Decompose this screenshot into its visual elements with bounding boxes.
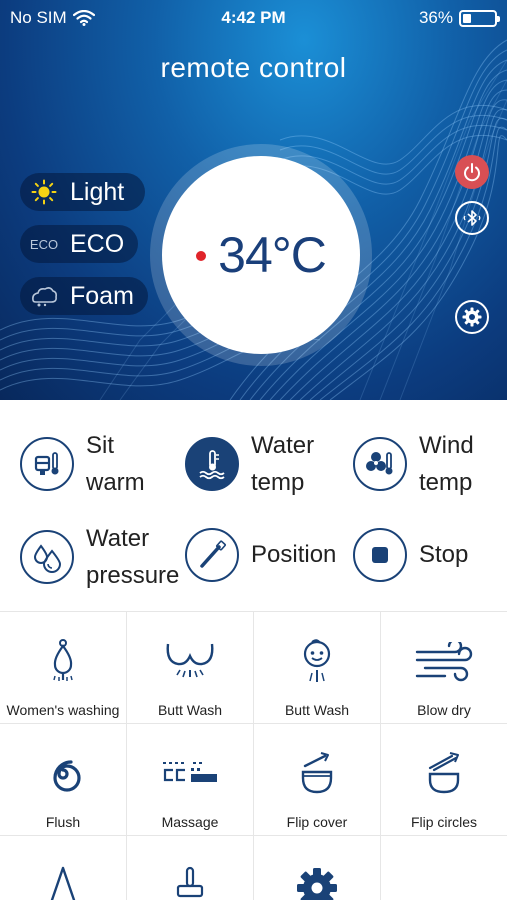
- foam-icon: [30, 282, 58, 310]
- mode-foam-button[interactable]: Foam: [20, 277, 148, 315]
- water-thermometer-icon: [185, 437, 239, 491]
- nozzle-button[interactable]: [0, 836, 127, 900]
- child-wash-label: Butt Wash: [284, 702, 350, 718]
- gear-icon: [254, 866, 380, 900]
- butt-wash-button[interactable]: Butt Wash: [127, 612, 254, 724]
- position-button[interactable]: Position: [185, 528, 336, 582]
- bluetooth-button[interactable]: [455, 201, 489, 235]
- nozzle-icon: [0, 866, 126, 900]
- flip-cover-icon: [254, 746, 380, 802]
- position-label: Position: [251, 541, 337, 568]
- flip-circles-icon: [381, 746, 507, 802]
- women-washing-icon: [0, 634, 126, 690]
- stop-icon: [353, 528, 407, 582]
- temperature-value: 34°C: [218, 227, 327, 283]
- water-pressure-line-1: Water: [86, 525, 150, 552]
- brush-button[interactable]: [127, 836, 254, 900]
- water-temp-line-1: Water: [251, 432, 315, 459]
- flip-circles-label: Flip circles: [410, 814, 478, 830]
- battery-icon: [459, 9, 500, 27]
- sit-warm-label: Sit warm: [86, 427, 145, 501]
- flip-cover-label: Flip cover: [286, 814, 348, 830]
- blow-dry-button[interactable]: Blow dry: [381, 612, 507, 724]
- bluetooth-icon: [463, 210, 481, 226]
- flush-button[interactable]: Flush: [0, 724, 127, 836]
- battery-group: 36%: [418, 8, 500, 28]
- blow-dry-label: Blow dry: [417, 702, 471, 718]
- sun-icon: [30, 178, 58, 206]
- stop-button[interactable]: Stop: [353, 528, 468, 582]
- battery-percent: 36%: [418, 8, 453, 27]
- gear-icon: [462, 307, 482, 327]
- mode-eco-button[interactable]: ECO ECO: [20, 225, 138, 263]
- child-wash-icon: [254, 634, 380, 690]
- butt-wash-label: Butt Wash: [157, 702, 223, 718]
- massage-label: Massage: [161, 814, 219, 830]
- mode-eco-label: ECO: [70, 229, 125, 258]
- massage-icon: [127, 746, 253, 802]
- wind-temp-line-2: temp: [419, 469, 473, 496]
- mode-light-button[interactable]: Light: [20, 173, 145, 211]
- water-pressure-label: Water pressure: [86, 520, 179, 594]
- stop-label: Stop: [419, 541, 469, 568]
- water-temp-button[interactable]: Water temp: [185, 427, 314, 501]
- page-title: remote control: [160, 52, 347, 83]
- eco-icon: ECO: [30, 230, 58, 258]
- fan-thermometer-icon: [353, 437, 407, 491]
- flush-label: Flush: [45, 814, 81, 830]
- status-dot: [196, 251, 207, 261]
- women-washing-label: Women's washing: [6, 702, 120, 718]
- sit-warm-button[interactable]: Sit warm: [20, 427, 145, 501]
- status-bar: No SIM 4:42 PM 36%: [0, 0, 507, 34]
- sit-warm-line-2: warm: [86, 469, 145, 496]
- water-pressure-button[interactable]: Water pressure: [20, 520, 179, 594]
- advanced-settings-button[interactable]: [254, 836, 381, 900]
- power-button[interactable]: [455, 155, 489, 189]
- flush-swirl-icon: [0, 746, 126, 802]
- massage-button[interactable]: Massage: [127, 724, 254, 836]
- flip-cover-button[interactable]: Flip cover: [254, 724, 381, 836]
- remote-control-screen: No SIM 4:42 PM 36% remote control Light …: [0, 0, 507, 900]
- water-drops-icon: [20, 530, 74, 584]
- mode-foam-label: Foam: [70, 281, 134, 310]
- wand-icon: [185, 528, 239, 582]
- brush-icon: [127, 866, 253, 900]
- settings-button[interactable]: [455, 300, 489, 334]
- seat-thermometer-icon: [20, 437, 74, 491]
- child-wash-button[interactable]: Butt Wash: [254, 612, 381, 724]
- hero-panel: No SIM 4:42 PM 36% remote control Light …: [0, 0, 507, 400]
- wind-temp-button[interactable]: Wind temp: [353, 427, 474, 501]
- mode-light-label: Light: [70, 177, 125, 206]
- power-icon: [464, 163, 480, 182]
- wind-icon: [381, 634, 507, 690]
- wind-temp-label: Wind temp: [419, 427, 474, 501]
- function-grid: Women's washing Butt Wash Butt Wash Blow…: [0, 611, 507, 900]
- women-washing-button[interactable]: Women's washing: [0, 612, 127, 724]
- water-temp-label: Water temp: [251, 427, 314, 501]
- temperature-dial[interactable]: 34°C: [162, 156, 360, 354]
- eco-icon-text: ECO: [29, 236, 59, 252]
- wind-temp-line-1: Wind: [419, 432, 474, 459]
- flip-circles-button[interactable]: Flip circles: [381, 724, 507, 836]
- water-pressure-line-2: pressure: [86, 562, 180, 589]
- butt-wash-icon: [127, 634, 253, 690]
- water-temp-line-2: temp: [251, 469, 305, 496]
- empty-cell: [381, 836, 507, 900]
- sit-warm-line-1: Sit: [86, 432, 115, 459]
